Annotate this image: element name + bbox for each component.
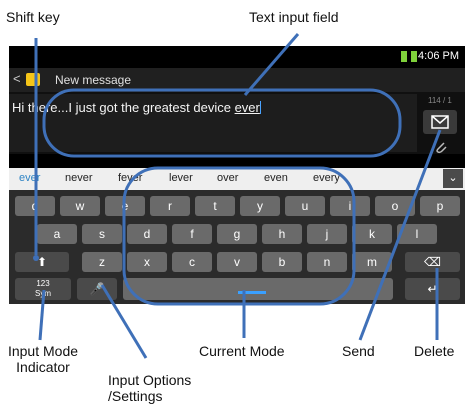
current-mode-ring bbox=[122, 166, 356, 306]
callout-input-mode-line2: Indicator bbox=[16, 359, 70, 375]
callout-delete: Delete bbox=[414, 343, 455, 359]
callout-input-options-line2: /Settings bbox=[108, 388, 163, 404]
callout-current-mode: Current Mode bbox=[199, 343, 285, 359]
callout-input-mode-line1: Input Mode bbox=[7, 343, 79, 359]
text-input-ring bbox=[42, 88, 402, 158]
callout-input-mode: Input Mode Indicator bbox=[4, 343, 82, 375]
send-leader bbox=[358, 129, 442, 341]
input-mode-leader bbox=[38, 289, 46, 341]
callout-text-input-field: Text input field bbox=[249, 9, 339, 25]
callout-input-options-line1: Input Options bbox=[108, 372, 192, 388]
shift-key-dot bbox=[33, 255, 39, 261]
callout-input-options: Input Options /Settings bbox=[108, 372, 191, 404]
text-input-leader bbox=[243, 33, 300, 96]
input-options-leader bbox=[100, 284, 148, 359]
callout-send: Send bbox=[342, 343, 375, 359]
callout-shift-key: Shift key bbox=[6, 9, 60, 25]
